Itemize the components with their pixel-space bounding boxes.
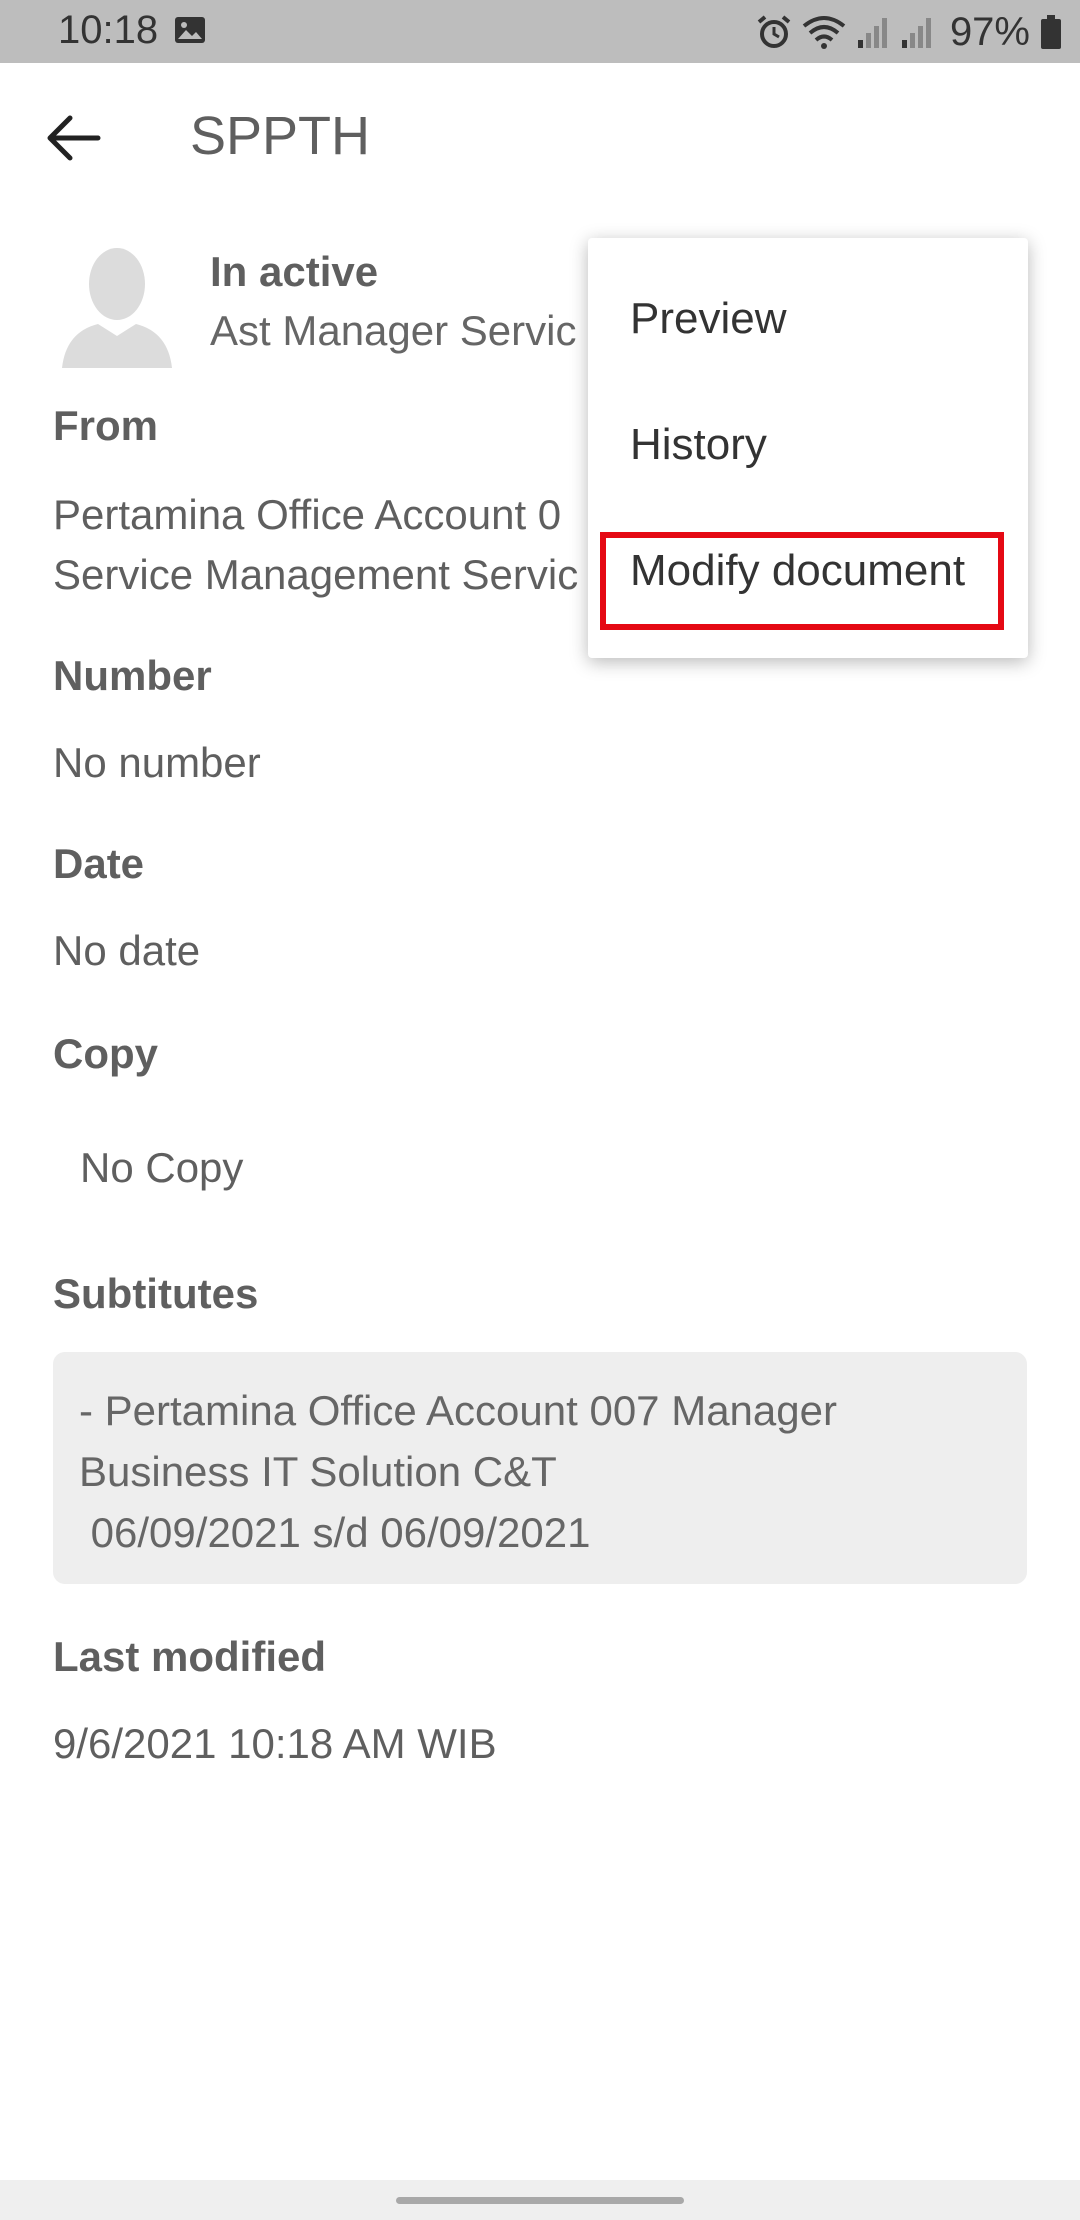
alarm-icon (757, 15, 791, 48)
menu-item-preview[interactable]: Preview (588, 260, 1028, 386)
highlight-box (600, 532, 1004, 630)
navigation-bar (0, 2180, 1080, 2220)
substitutes-box: - Pertamina Office Account 007 Manager B… (53, 1352, 1027, 1584)
signal-icon (857, 18, 887, 48)
menu-item-history-label: History (630, 420, 767, 469)
from-value-line2: Service Management Servic (53, 551, 579, 598)
status-bar: 10:18 97% (0, 0, 1080, 63)
gallery-icon (175, 17, 205, 43)
substitutes-label: Subtitutes (53, 1270, 259, 1317)
from-label: From (53, 402, 158, 449)
copy-value: No Copy (80, 1144, 244, 1191)
page-title: SPPTH (190, 106, 371, 166)
battery-percent: 97% (949, 9, 1030, 54)
app-bar: SPPTH (0, 63, 1080, 213)
number-label: Number (53, 652, 212, 699)
copy-label: Copy (53, 1030, 158, 1077)
overflow-menu: Preview History Modify document (588, 238, 1028, 658)
profile-status: In active (210, 248, 379, 295)
date-label: Date (53, 840, 145, 887)
menu-item-preview-label: Preview (630, 294, 787, 343)
last-modified-label: Last modified (53, 1633, 327, 1680)
date-value: No date (53, 927, 201, 974)
from-value-line1: Pertamina Office Account 0 (53, 491, 562, 538)
status-icons: 97% (756, 10, 1062, 54)
number-value: No number (53, 739, 261, 786)
status-time: 10:18 (58, 8, 159, 52)
substitutes-value: - Pertamina Office Account 007 Manager B… (79, 1387, 837, 1556)
signal-icon (901, 18, 931, 48)
wifi-icon (802, 16, 846, 49)
profile-role: Ast Manager Servic (210, 307, 577, 354)
menu-item-history[interactable]: History (588, 386, 1028, 512)
home-gesture-handle[interactable] (396, 2197, 684, 2204)
avatar (62, 248, 172, 368)
last-modified-value: 9/6/2021 10:18 AM WIB (53, 1720, 497, 1767)
back-arrow-icon[interactable] (44, 113, 102, 163)
battery-icon (1041, 15, 1061, 49)
